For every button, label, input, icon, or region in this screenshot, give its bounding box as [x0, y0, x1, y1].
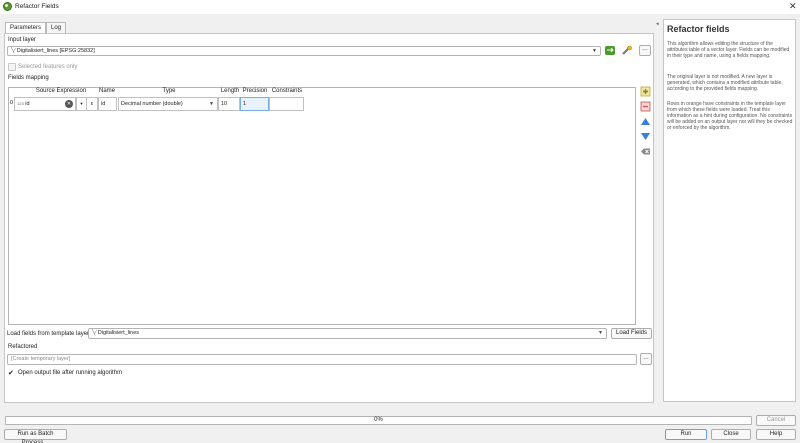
input-layer-label: Input layer	[8, 37, 37, 43]
help-panel: Refactor fields This algorithm allows ed…	[663, 19, 796, 402]
help-paragraph-3: Rows in orange have constraints in the t…	[667, 101, 793, 131]
col-header-precision[interactable]: Precision	[241, 88, 269, 96]
close-button[interactable]: Close	[711, 429, 751, 440]
field-name-input[interactable]: id	[98, 97, 117, 111]
row-index: 0	[10, 100, 14, 106]
run-batch-button[interactable]: Run as Batch Process…	[4, 429, 67, 443]
col-header-length[interactable]: Length	[219, 88, 241, 96]
input-layer-value: Digitalisiert_lines [EPSG:25832]	[16, 48, 95, 54]
fields-mapping-table: Source Expression Name Type Length Preci…	[8, 87, 636, 325]
window-title: Refactor Fields	[15, 3, 59, 10]
progress-bar: 0%	[5, 416, 752, 425]
expression-builder-button[interactable]: ε	[86, 97, 98, 111]
load-fields-button[interactable]: Load Fields	[611, 328, 652, 339]
clear-icon[interactable]: ✕	[65, 100, 73, 108]
move-up-icon[interactable]	[640, 116, 651, 127]
source-expression-field[interactable]: 123 id ✕	[14, 97, 76, 111]
chevron-down-icon: ▼	[209, 101, 214, 107]
title-bar	[0, 0, 800, 14]
field-length-input[interactable]: 10	[218, 97, 240, 111]
move-down-icon[interactable]	[640, 131, 651, 142]
template-layer-label: Load fields from template layer	[7, 331, 90, 337]
chevron-down-icon: ▼	[598, 330, 603, 336]
input-layer-combo[interactable]: ╲⁄ Digitalisiert_lines [EPSG:25832] ▼	[7, 46, 601, 56]
col-header-source[interactable]: Source Expression	[31, 88, 91, 96]
col-header-type[interactable]: Type	[119, 88, 219, 96]
template-layer-value: Digitalisiert_lines	[97, 330, 140, 336]
template-layer-combo[interactable]: ╲⁄ Digitalisiert_lines ▼	[88, 328, 607, 339]
selected-only-label: Selected features only	[18, 64, 78, 70]
open-output-checkbox[interactable]: ✔	[8, 370, 16, 378]
cancel-button[interactable]: Cancel	[756, 415, 796, 426]
refactored-label: Refactored	[8, 344, 38, 350]
field-type-value: Decimal number (double)	[121, 101, 183, 107]
tab-log[interactable]: Log	[46, 22, 67, 33]
delete-field-icon[interactable]	[640, 101, 651, 112]
help-paragraph-1: This algorithm allows editing the struct…	[667, 41, 790, 59]
chevron-down-icon: ▼	[79, 101, 84, 106]
col-header-name[interactable]: Name	[98, 88, 116, 96]
help-button[interactable]: Help	[756, 429, 796, 440]
output-layer-input[interactable]: [Create temporary layer]	[7, 354, 637, 365]
integer-type-prefix: 123	[17, 101, 24, 106]
source-expression-value: id	[25, 101, 30, 107]
close-window-icon[interactable]: ✕	[789, 1, 797, 12]
chevron-down-icon: ▼	[592, 48, 597, 54]
iterate-icon[interactable]	[604, 45, 616, 56]
field-precision-input[interactable]: 1	[240, 97, 269, 111]
wrench-settings-icon[interactable]	[621, 45, 633, 56]
open-output-label: Open output file after running algorithm	[18, 370, 123, 376]
collapse-help-icon[interactable]: ◂	[656, 21, 659, 27]
selected-only-checkbox[interactable]	[8, 63, 16, 71]
browse-input-button[interactable]: …	[639, 45, 651, 56]
col-header-constraints[interactable]: Constraints	[270, 88, 304, 96]
browse-output-button[interactable]: …	[640, 353, 652, 365]
tab-parameters[interactable]: Parameters	[5, 22, 47, 33]
add-field-icon[interactable]	[640, 86, 651, 97]
epsilon-icon: ε	[90, 101, 94, 107]
progress-text: 0%	[374, 417, 383, 423]
reset-fields-icon[interactable]	[640, 146, 651, 157]
fields-mapping-label: Fields mapping	[8, 75, 49, 81]
field-constraints-cell	[269, 97, 304, 111]
field-type-combo[interactable]: Decimal number (double) ▼	[118, 97, 218, 111]
qgis-logo-icon	[3, 2, 12, 11]
help-title: Refactor fields	[667, 24, 730, 34]
help-paragraph-2: The original layer is not modified. A ne…	[667, 74, 783, 92]
run-button[interactable]: Run	[665, 429, 707, 440]
